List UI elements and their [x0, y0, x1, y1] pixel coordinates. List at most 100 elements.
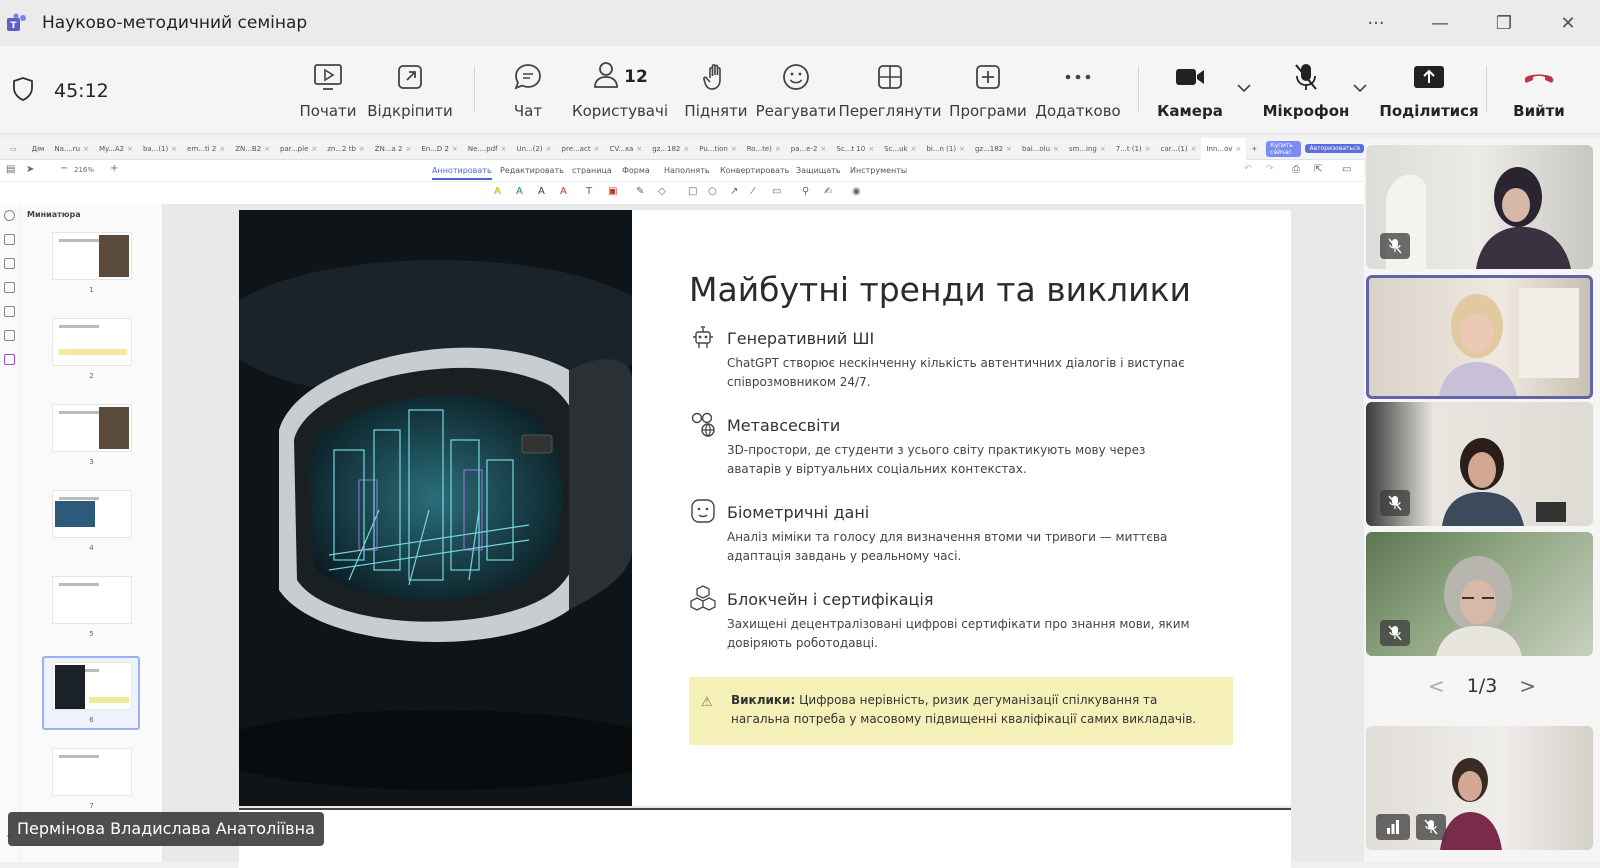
page-thumbnail[interactable]	[52, 576, 132, 624]
close-tab-icon[interactable]: ×	[264, 145, 270, 153]
close-tab-icon[interactable]: ×	[821, 145, 827, 153]
export-icon[interactable]: ⇱	[1314, 164, 1322, 175]
close-tab-icon[interactable]: ×	[452, 145, 458, 153]
close-tab-icon[interactable]: ×	[219, 145, 225, 153]
apps-button[interactable]: Програми	[948, 60, 1028, 124]
ribbon-tab[interactable]: Инструменты	[850, 166, 907, 175]
viewer-tab[interactable]: CV...xa ×	[604, 138, 647, 160]
page-thumbnail[interactable]	[52, 404, 132, 452]
page-thumbnail[interactable]	[52, 490, 132, 538]
page-thumbnail[interactable]	[52, 662, 132, 710]
strikeout-icon[interactable]: A	[560, 186, 567, 197]
close-tab-icon[interactable]: ×	[127, 145, 133, 153]
ai-icon[interactable]	[4, 354, 15, 365]
buy-button[interactable]: Купить сейчас	[1266, 140, 1302, 157]
mic-options-chevron-icon[interactable]	[1352, 82, 1368, 96]
stamp-icon[interactable]: ⚲	[802, 186, 809, 197]
close-tab-icon[interactable]: ×	[1053, 145, 1059, 153]
outline-icon[interactable]	[4, 258, 15, 269]
more-button[interactable]: Додатково	[1035, 60, 1121, 124]
viewer-tab[interactable]: Sc...uk ×	[879, 138, 921, 160]
mic-button[interactable]: Мікрофон	[1263, 60, 1349, 124]
close-tab-icon[interactable]: ×	[911, 145, 917, 153]
participant-video-tile[interactable]	[1366, 532, 1593, 656]
signatures-icon[interactable]	[4, 330, 15, 341]
close-tab-icon[interactable]: ×	[868, 145, 874, 153]
close-tab-icon[interactable]: ×	[731, 145, 737, 153]
sidebar-toggle-icon[interactable]: ▤	[6, 164, 15, 175]
close-tab-icon[interactable]: ×	[546, 145, 552, 153]
ribbon-tab[interactable]: Наполнять	[664, 166, 710, 175]
ribbon-tab[interactable]: Форма	[622, 166, 650, 175]
close-tab-icon[interactable]: ×	[1145, 145, 1151, 153]
zoom-level[interactable]: 216%	[74, 166, 94, 174]
start-button[interactable]: Почати	[296, 60, 360, 124]
viewer-tab[interactable]: Sc...t 10 ×	[831, 138, 879, 160]
chat-button[interactable]: Чат	[498, 60, 558, 124]
participant-video-tile[interactable]	[1366, 145, 1593, 269]
viewer-tab[interactable]: gz...182 ×	[970, 138, 1017, 160]
close-tab-icon[interactable]: ×	[1191, 145, 1197, 153]
close-tab-icon[interactable]: ×	[594, 145, 600, 153]
close-tab-icon[interactable]: ×	[1100, 145, 1106, 153]
signature-icon[interactable]: ✍	[824, 186, 832, 197]
close-tab-icon[interactable]: ×	[83, 145, 89, 153]
pencil-icon[interactable]: ✎	[636, 186, 644, 197]
view-button[interactable]: Переглянути	[839, 60, 941, 124]
circle-icon[interactable]: ○	[708, 186, 717, 197]
viewer-tab[interactable]: Un...(2) ×	[512, 138, 557, 160]
close-tab-icon[interactable]: ×	[1236, 145, 1242, 153]
login-button[interactable]: Авторизоваться	[1305, 144, 1364, 153]
eye-icon[interactable]: ◉	[852, 186, 861, 197]
viewer-tab[interactable]: Ne....pdf ×	[463, 138, 512, 160]
camera-button[interactable]: Камера	[1157, 60, 1223, 124]
participant-video-tile[interactable]	[1366, 402, 1593, 526]
viewer-tab[interactable]: ba...(1) ×	[138, 138, 182, 160]
viewer-tab[interactable]: bi...n (1) ×	[921, 138, 970, 160]
page-thumbnail[interactable]	[52, 232, 132, 280]
ribbon-tab[interactable]: Защищать	[796, 166, 841, 175]
more-options-icon[interactable]: ···	[1344, 13, 1408, 34]
raise-hand-button[interactable]: Підняти	[682, 60, 750, 124]
redo-icon[interactable]: ↷	[1266, 164, 1274, 174]
close-tab-icon[interactable]: ×	[683, 145, 689, 153]
viewer-tab[interactable]: Na....ru ×	[49, 138, 94, 160]
restore-icon[interactable]: ❐	[1472, 13, 1536, 34]
zoom-out-icon[interactable]: −	[60, 163, 68, 174]
viewer-tab[interactable]: pa...e-2 ×	[786, 138, 832, 160]
viewer-tab[interactable]: sm...ing ×	[1064, 138, 1111, 160]
camera-options-chevron-icon[interactable]	[1236, 82, 1252, 96]
viewer-tab[interactable]: em...ti 2 ×	[182, 138, 230, 160]
close-tab-icon[interactable]: ×	[1006, 145, 1012, 153]
viewer-tab[interactable]: 7...t (1) ×	[1111, 138, 1156, 160]
panel-icon[interactable]: ▭	[1342, 164, 1351, 175]
leave-button[interactable]: Вийти	[1504, 60, 1574, 124]
bookmark-icon[interactable]	[4, 282, 15, 293]
ribbon-tab[interactable]: Аннотировать	[432, 166, 492, 180]
underline-icon[interactable]: A	[516, 186, 523, 197]
ribbon-tab[interactable]: Редактировать	[500, 166, 564, 175]
rectangle-icon[interactable]: □	[688, 186, 697, 197]
close-tab-icon[interactable]: ×	[359, 145, 365, 153]
viewer-tab[interactable]: Ro...te) ×	[742, 138, 786, 160]
react-button[interactable]: Реагувати	[756, 60, 836, 124]
viewer-tab[interactable]: pre...act ×	[557, 138, 605, 160]
close-tab-icon[interactable]: ×	[636, 145, 642, 153]
minimize-icon[interactable]: —	[1408, 13, 1472, 34]
ribbon-tab[interactable]: Конвертировать	[720, 166, 789, 175]
viewer-tab[interactable]: My...A2 ×	[94, 138, 138, 160]
participant-video-tile[interactable]	[1366, 726, 1593, 850]
viewer-tab[interactable]: Inn...ov ×	[1201, 137, 1247, 160]
share-button[interactable]: Поділитися	[1379, 60, 1479, 124]
viewer-tab[interactable]: En...D 2 ×	[416, 138, 462, 160]
close-tab-icon[interactable]: ×	[501, 145, 507, 153]
prev-page-icon[interactable]: <	[1428, 674, 1445, 698]
unpin-button[interactable]: Відкріпити	[367, 60, 453, 124]
viewer-tab[interactable]: ZN...a 2 ×	[370, 138, 417, 160]
highlight-icon[interactable]: A	[494, 186, 501, 197]
new-tab-icon[interactable]: +	[1246, 138, 1262, 160]
ribbon-tab[interactable]: страница	[572, 166, 612, 175]
cursor-icon[interactable]: ➤	[26, 164, 34, 175]
text-tool-icon[interactable]: T	[586, 186, 592, 197]
participant-video-tile-active[interactable]	[1366, 275, 1593, 399]
